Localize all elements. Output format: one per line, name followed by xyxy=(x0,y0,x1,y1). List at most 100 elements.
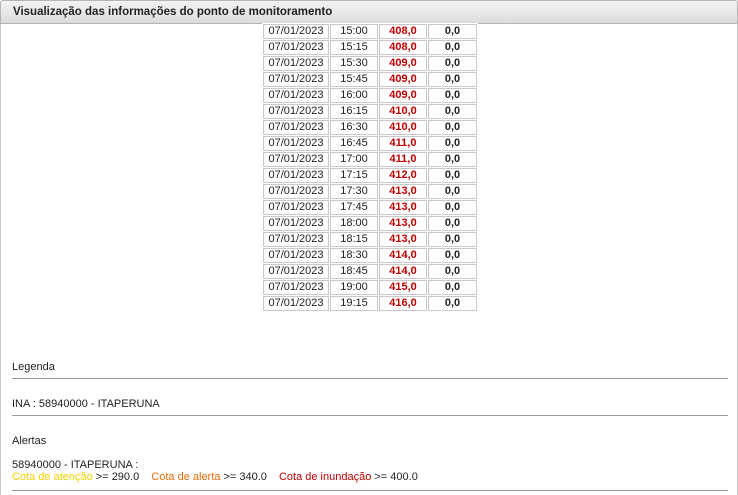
cell-level: 414,0 xyxy=(379,248,427,263)
table-row: 07/01/2023 15:30 409,0 0,0 xyxy=(263,56,477,71)
cell-rain: 0,0 xyxy=(428,216,477,231)
cell-level: 412,0 xyxy=(379,168,427,183)
cell-rain: 0,0 xyxy=(428,264,477,279)
cell-date: 07/01/2023 xyxy=(263,136,329,151)
cell-time: 16:00 xyxy=(330,88,378,103)
cell-time: 16:30 xyxy=(330,120,378,135)
cell-rain: 0,0 xyxy=(428,232,477,247)
table-row: 07/01/2023 19:00 415,0 0,0 xyxy=(263,280,477,295)
cell-time: 17:30 xyxy=(330,184,378,199)
cell-rain: 0,0 xyxy=(428,88,477,103)
flood-label: Cota de inundação xyxy=(278,471,372,483)
table-row: 07/01/2023 18:30 414,0 0,0 xyxy=(263,248,477,263)
table-row: 07/01/2023 18:45 414,0 0,0 xyxy=(263,264,477,279)
cell-date: 07/01/2023 xyxy=(263,264,329,279)
table-row: 07/01/2023 15:15 408,0 0,0 xyxy=(263,40,477,55)
cell-time: 16:45 xyxy=(330,136,378,151)
cell-level: 408,0 xyxy=(379,24,427,39)
cell-time: 17:45 xyxy=(330,200,378,215)
cell-time: 19:00 xyxy=(330,280,378,295)
window-header: Visualização das informações do ponto de… xyxy=(0,0,738,24)
cell-rain: 0,0 xyxy=(428,248,477,263)
cell-rain: 0,0 xyxy=(428,56,477,71)
cell-level: 413,0 xyxy=(379,216,427,231)
cell-time: 15:15 xyxy=(330,40,378,55)
table-row: 07/01/2023 16:00 409,0 0,0 xyxy=(263,88,477,103)
cell-date: 07/01/2023 xyxy=(263,280,329,295)
cell-rain: 0,0 xyxy=(428,280,477,295)
alerts-divider xyxy=(12,490,728,491)
window-body: 07/01/2023 15:00 408,0 0,0 07/01/2023 15:15 40… xyxy=(0,23,738,495)
cell-date: 07/01/2023 xyxy=(263,248,329,263)
cell-time: 15:45 xyxy=(330,72,378,87)
table-row: 07/01/2023 16:30 410,0 0,0 xyxy=(263,120,477,135)
cell-level: 415,0 xyxy=(379,280,427,295)
cell-level: 413,0 xyxy=(379,232,427,247)
table-row: 07/01/2023 16:15 410,0 0,0 xyxy=(263,104,477,119)
alert-thresholds: Cota de atenção >= 290.0 Cota de alerta … xyxy=(12,471,728,483)
cell-time: 17:15 xyxy=(330,168,378,183)
cell-level: 413,0 xyxy=(379,184,427,199)
alerts-station: 58940000 - ITAPERUNA : xyxy=(12,459,139,471)
cell-rain: 0,0 xyxy=(428,296,477,311)
cell-time: 18:15 xyxy=(330,232,378,247)
table-row: 07/01/2023 18:00 413,0 0,0 xyxy=(263,216,477,231)
cell-date: 07/01/2023 xyxy=(263,168,329,183)
cell-level: 411,0 xyxy=(379,136,427,151)
alerts-title: Alertas xyxy=(12,435,47,447)
cell-date: 07/01/2023 xyxy=(263,56,329,71)
cell-level: 408,0 xyxy=(379,40,427,55)
cell-level: 410,0 xyxy=(379,120,427,135)
cell-time: 15:00 xyxy=(330,24,378,39)
table-row: 07/01/2023 17:30 413,0 0,0 xyxy=(263,184,477,199)
cell-date: 07/01/2023 xyxy=(263,40,329,55)
cell-rain: 0,0 xyxy=(428,136,477,151)
cell-rain: 0,0 xyxy=(428,104,477,119)
table-row: 07/01/2023 17:15 412,0 0,0 xyxy=(263,168,477,183)
cell-rain: 0,0 xyxy=(428,200,477,215)
table-row: 07/01/2023 17:00 411,0 0,0 xyxy=(263,152,477,167)
cell-rain: 0,0 xyxy=(428,72,477,87)
cell-level: 413,0 xyxy=(379,200,427,215)
cell-date: 07/01/2023 xyxy=(263,200,329,215)
cell-time: 18:30 xyxy=(330,248,378,263)
legend-divider xyxy=(12,378,728,379)
legend-station-divider xyxy=(12,415,728,416)
cell-level: 409,0 xyxy=(379,88,427,103)
cell-level: 410,0 xyxy=(379,104,427,119)
cell-date: 07/01/2023 xyxy=(263,104,329,119)
legend-station: INA : 58940000 - ITAPERUNA xyxy=(12,398,160,410)
alert-label: Cota de alerta xyxy=(151,471,221,483)
readings-table-wrap: 07/01/2023 15:00 408,0 0,0 07/01/2023 15:15 40… xyxy=(262,23,478,312)
cell-rain: 0,0 xyxy=(428,184,477,199)
cell-level: 409,0 xyxy=(379,56,427,71)
cell-time: 16:15 xyxy=(330,104,378,119)
cell-rain: 0,0 xyxy=(428,24,477,39)
cell-rain: 0,0 xyxy=(428,152,477,167)
table-row: 07/01/2023 18:15 413,0 0,0 xyxy=(263,232,477,247)
cell-date: 07/01/2023 xyxy=(263,184,329,199)
cell-level: 409,0 xyxy=(379,72,427,87)
cell-rain: 0,0 xyxy=(428,120,477,135)
cell-time: 15:30 xyxy=(330,56,378,71)
cell-level: 414,0 xyxy=(379,264,427,279)
readings-table: 07/01/2023 15:00 408,0 0,0 07/01/2023 15:15 40… xyxy=(262,23,478,312)
legend-title: Legenda xyxy=(12,361,55,373)
attention-label: Cota de atenção xyxy=(12,471,93,483)
table-row: 07/01/2023 19:15 416,0 0,0 xyxy=(263,296,477,311)
cell-time: 17:00 xyxy=(330,152,378,167)
cell-rain: 0,0 xyxy=(428,168,477,183)
cell-date: 07/01/2023 xyxy=(263,88,329,103)
table-row: 07/01/2023 16:45 411,0 0,0 xyxy=(263,136,477,151)
cell-date: 07/01/2023 xyxy=(263,72,329,87)
cell-date: 07/01/2023 xyxy=(263,296,329,311)
window-title: Visualização das informações do ponto de… xyxy=(13,6,333,18)
cell-date: 07/01/2023 xyxy=(263,232,329,247)
table-row: 07/01/2023 15:45 409,0 0,0 xyxy=(263,72,477,87)
cell-date: 07/01/2023 xyxy=(263,216,329,231)
readings-table-body: 07/01/2023 15:00 408,0 0,0 07/01/2023 15:15 40… xyxy=(263,24,477,311)
cell-level: 416,0 xyxy=(379,296,427,311)
cell-date: 07/01/2023 xyxy=(263,152,329,167)
table-row: 07/01/2023 17:45 413,0 0,0 xyxy=(263,200,477,215)
cell-time: 19:15 xyxy=(330,296,378,311)
